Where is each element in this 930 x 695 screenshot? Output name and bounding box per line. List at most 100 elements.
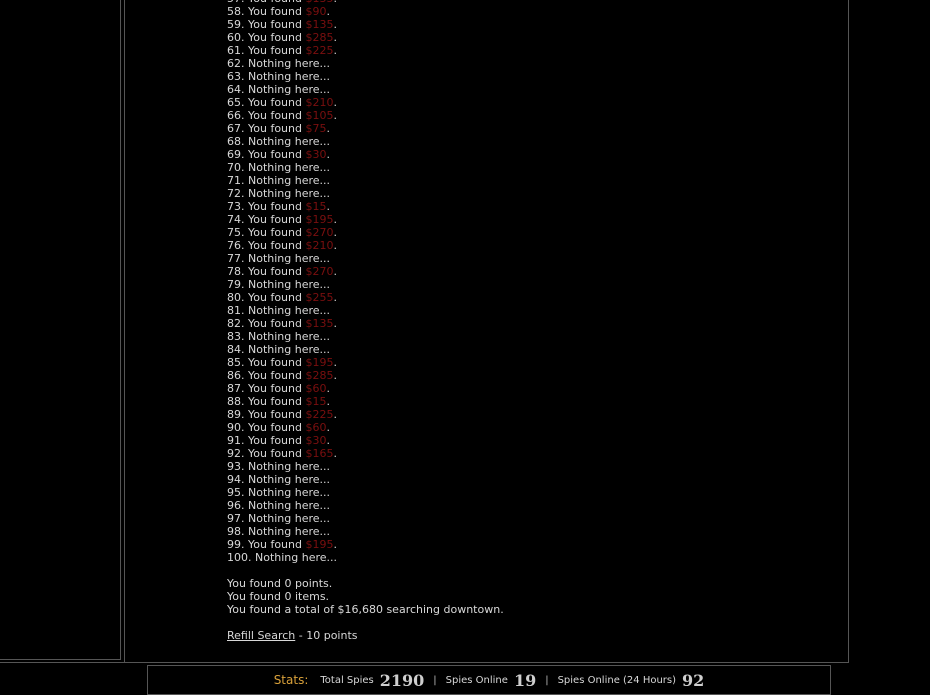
result-line: 94. Nothing here...	[227, 473, 504, 486]
result-number: 88.	[227, 395, 245, 408]
refill-search-link[interactable]: Refill Search	[227, 629, 295, 642]
result-number: 85.	[227, 356, 245, 369]
result-number: 99.	[227, 538, 245, 551]
result-line: 84. Nothing here...	[227, 343, 504, 356]
result-number: 98.	[227, 525, 245, 538]
result-text: You found	[248, 18, 306, 31]
refill-cost-text: - 10 points	[295, 629, 358, 642]
spies-online-24h-value: 92	[682, 670, 705, 690]
result-number: 60.	[227, 31, 245, 44]
result-number: 66.	[227, 109, 245, 122]
result-text: Nothing here...	[248, 499, 331, 512]
search-results: 57. You found $135.58. You found $90.59.…	[227, 0, 504, 642]
search-summary: You found 0 points. You found 0 items. Y…	[227, 577, 504, 616]
result-text: Nothing here...	[248, 161, 331, 174]
result-number: 58.	[227, 5, 245, 18]
result-number: 79.	[227, 278, 245, 291]
refill-row: Refill Search - 10 points	[227, 629, 504, 642]
result-line: 89. You found $225.	[227, 408, 337, 421]
result-text: You found	[248, 395, 306, 408]
result-text: Nothing here...	[248, 252, 331, 265]
result-number: 61.	[227, 44, 245, 57]
result-amount: $105	[305, 109, 334, 122]
result-text: You found	[248, 421, 306, 434]
result-number: 74.	[227, 213, 245, 226]
points-found-text: You found 0 points.	[227, 577, 333, 590]
result-amount: $60	[305, 421, 327, 434]
result-line: 62. Nothing here...	[227, 57, 504, 70]
result-text: Nothing here...	[248, 486, 331, 499]
result-line: 76. You found $210.	[227, 239, 337, 252]
result-text: You found	[248, 226, 306, 239]
result-line: 78. You found $270.	[227, 265, 337, 278]
result-line: 99. You found $195.	[227, 538, 337, 551]
result-number: 67.	[227, 122, 245, 135]
total-spies-value: 2190	[379, 670, 425, 690]
stats-separator: |	[545, 674, 549, 686]
result-text: You found	[248, 5, 306, 18]
result-line: 87. You found $60.	[227, 382, 330, 395]
result-line: 66. You found $105.	[227, 109, 337, 122]
result-line: 77. Nothing here...	[227, 252, 504, 265]
result-line: 69. You found $30.	[227, 148, 330, 161]
total-spies-label: Total Spies	[320, 674, 374, 686]
result-line: 85. You found $195.	[227, 356, 337, 369]
result-text: Nothing here...	[248, 83, 331, 96]
result-amount: $225	[305, 44, 334, 57]
spies-online-value: 19	[513, 670, 537, 690]
result-line: 96. Nothing here...	[227, 499, 504, 512]
result-amount: $60	[305, 382, 327, 395]
result-amount: $195	[305, 213, 334, 226]
result-text: You found	[248, 213, 306, 226]
result-number: 100.	[227, 551, 252, 564]
result-line: 98. Nothing here...	[227, 525, 504, 538]
result-number: 80.	[227, 291, 245, 304]
result-text: Nothing here...	[248, 525, 331, 538]
result-line: 81. Nothing here...	[227, 304, 504, 317]
result-number: 78.	[227, 265, 245, 278]
result-number: 95.	[227, 486, 245, 499]
result-amount: $135	[305, 18, 334, 31]
result-line: 65. You found $210.	[227, 96, 337, 109]
result-amount: $195	[305, 538, 334, 551]
result-line: 91. You found $30.	[227, 434, 330, 447]
result-number: 77.	[227, 252, 245, 265]
result-number: 71.	[227, 174, 245, 187]
result-amount: $15	[305, 200, 327, 213]
result-number: 68.	[227, 135, 245, 148]
result-line: 72. Nothing here...	[227, 187, 504, 200]
result-number: 90.	[227, 421, 245, 434]
result-amount: $225	[305, 408, 334, 421]
result-line: 61. You found $225.	[227, 44, 337, 57]
result-line: 60. You found $285.	[227, 31, 337, 44]
result-line: 100. Nothing here...	[227, 551, 504, 564]
result-text: Nothing here...	[248, 57, 331, 70]
result-line: 93. Nothing here...	[227, 460, 504, 473]
result-number: 89.	[227, 408, 245, 421]
result-amount: $30	[305, 148, 327, 161]
result-text: Nothing here...	[248, 473, 331, 486]
result-line: 67. You found $75.	[227, 122, 330, 135]
result-text: You found	[248, 109, 306, 122]
result-line: 58. You found $90.	[227, 5, 330, 18]
result-number: 83.	[227, 330, 245, 343]
result-text: You found	[248, 291, 306, 304]
items-found-text: You found 0 items.	[227, 590, 330, 603]
result-amount: $75	[305, 122, 327, 135]
result-number: 97.	[227, 512, 245, 525]
result-number: 82.	[227, 317, 245, 330]
result-number: 75.	[227, 226, 245, 239]
result-line: 95. Nothing here...	[227, 486, 504, 499]
result-text: You found	[248, 148, 306, 161]
result-text: You found	[248, 369, 306, 382]
result-line: 71. Nothing here...	[227, 174, 504, 187]
result-amount: $210	[305, 96, 334, 109]
result-text: Nothing here...	[248, 460, 331, 473]
result-line: 63. Nothing here...	[227, 70, 504, 83]
result-text: You found	[248, 538, 306, 551]
result-number: 93.	[227, 460, 245, 473]
spies-online-24h-label: Spies Online (24 Hours)	[557, 674, 677, 686]
result-text: You found	[248, 239, 306, 252]
total-found-text: You found a total of $16,680 searching d…	[227, 603, 504, 616]
result-number: 84.	[227, 343, 245, 356]
